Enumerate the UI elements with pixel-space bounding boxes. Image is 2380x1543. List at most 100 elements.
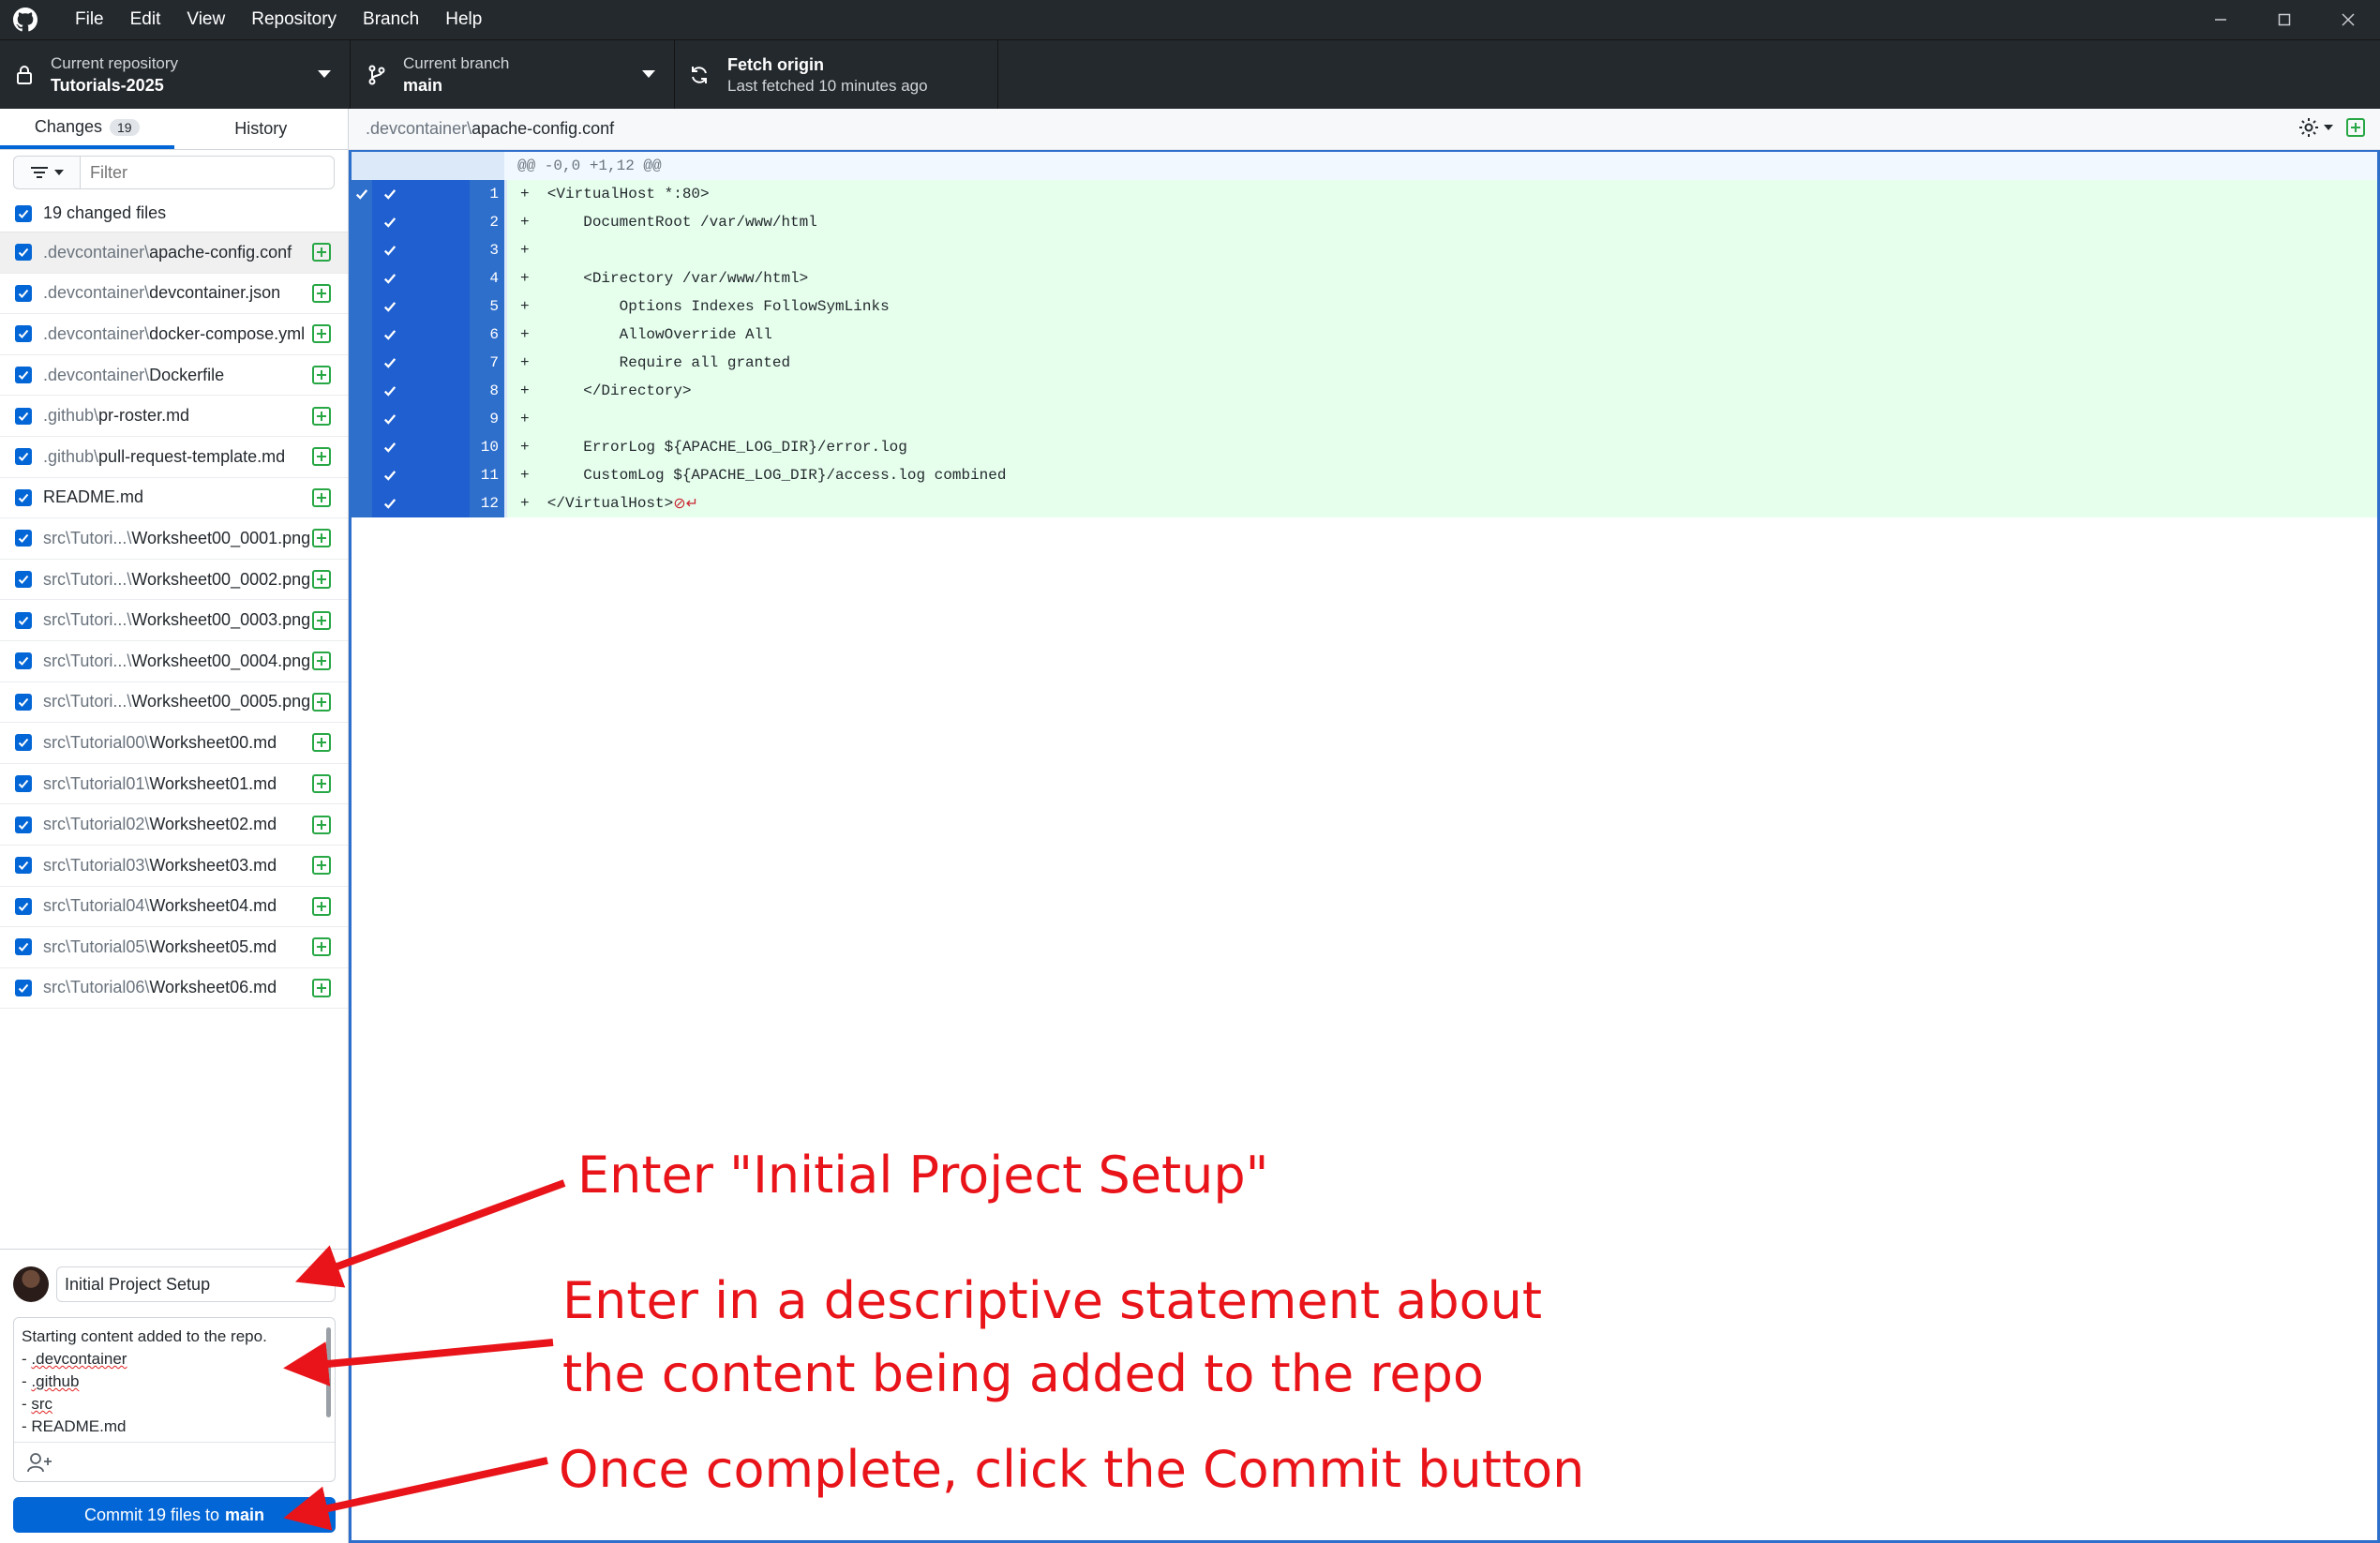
diff-line[interactable]: 9 + (352, 405, 2377, 433)
file-checkbox[interactable] (15, 816, 32, 833)
minimize-button[interactable] (2189, 0, 2253, 39)
hunk-select-gutter[interactable] (352, 461, 372, 489)
file-checkbox[interactable] (15, 325, 32, 343)
diff-line[interactable]: 7 + Require all granted (352, 349, 2377, 377)
hunk-select-gutter[interactable] (352, 433, 372, 461)
file-list-item[interactable]: src\Tutorial06\Worksheet06.md (0, 968, 348, 1010)
hunk-select-gutter[interactable] (352, 377, 372, 405)
menu-branch[interactable]: Branch (350, 0, 432, 39)
hunk-select-gutter[interactable] (352, 405, 372, 433)
commit-description-field[interactable]: Starting content added to the repo. - .de… (13, 1317, 336, 1482)
current-repository-button[interactable]: Current repository Tutorials-2025 (0, 40, 351, 109)
file-list-item[interactable]: .devcontainer\docker-compose.yml (0, 314, 348, 355)
hunk-select-gutter[interactable] (352, 208, 372, 236)
menu-help[interactable]: Help (432, 0, 495, 39)
filter-options-button[interactable] (13, 156, 81, 189)
menu-edit[interactable]: Edit (117, 0, 174, 39)
line-select-gutter[interactable] (372, 433, 470, 461)
commit-button[interactable]: Commit 19 files to main (13, 1497, 336, 1533)
file-checkbox[interactable] (15, 938, 32, 956)
line-select-gutter[interactable] (372, 349, 470, 377)
file-list-item[interactable]: src\Tutorial05\Worksheet05.md (0, 927, 348, 968)
file-list-item[interactable]: src\Tutorial03\Worksheet03.md (0, 846, 348, 887)
hunk-select-gutter[interactable] (352, 180, 372, 208)
diff-line[interactable]: 5 + Options Indexes FollowSymLinks (352, 292, 2377, 321)
file-checkbox[interactable] (15, 775, 32, 793)
current-branch-button[interactable]: Current branch main (351, 40, 675, 109)
diff-line[interactable]: 6 + AllowOverride All (352, 321, 2377, 349)
file-checkbox[interactable] (15, 979, 32, 996)
diff-line[interactable]: 8 + </Directory> (352, 377, 2377, 405)
file-checkbox[interactable] (15, 734, 32, 752)
open-file-icon[interactable] (2346, 118, 2365, 137)
file-list-item[interactable]: src\Tutori...\Worksheet00_0004.png (0, 641, 348, 682)
file-list-item[interactable]: src\Tutorial01\Worksheet01.md (0, 764, 348, 805)
file-list-item[interactable]: .devcontainer\apache-config.conf (0, 232, 348, 274)
hunk-select-gutter[interactable] (352, 489, 372, 517)
menu-file[interactable]: File (62, 0, 117, 39)
file-list-item[interactable]: .github\pull-request-template.md (0, 437, 348, 478)
hunk-select-gutter[interactable] (352, 236, 372, 264)
line-select-gutter[interactable] (372, 236, 470, 264)
file-checkbox[interactable] (15, 530, 32, 547)
file-list-item[interactable]: README.md (0, 478, 348, 519)
file-list-item[interactable]: .devcontainer\Dockerfile (0, 355, 348, 397)
file-checkbox[interactable] (15, 897, 32, 915)
close-button[interactable] (2316, 0, 2380, 39)
file-list-item[interactable]: .devcontainer\devcontainer.json (0, 274, 348, 315)
file-checkbox[interactable] (15, 652, 32, 670)
fetch-origin-button[interactable]: Fetch origin Last fetched 10 minutes ago (675, 40, 998, 109)
line-select-gutter[interactable] (372, 180, 470, 208)
line-select-gutter[interactable] (372, 461, 470, 489)
select-all-row[interactable]: 19 changed files (0, 195, 348, 232)
diff-line[interactable]: 12 + </VirtualHost> ⊘↵ (352, 489, 2377, 517)
file-checkbox[interactable] (15, 244, 32, 262)
file-checkbox[interactable] (15, 571, 32, 589)
tab-history[interactable]: History (174, 109, 349, 149)
file-checkbox[interactable] (15, 448, 32, 466)
description-scrollbar[interactable] (326, 1327, 331, 1417)
tab-changes[interactable]: Changes 19 (0, 109, 174, 149)
diff-line[interactable]: 4 + <Directory /var/www/html> (352, 264, 2377, 292)
file-list-item[interactable]: .github\pr-roster.md (0, 396, 348, 437)
file-checkbox[interactable] (15, 367, 32, 384)
maximize-button[interactable] (2253, 0, 2316, 39)
file-list-item[interactable]: src\Tutorial04\Worksheet04.md (0, 887, 348, 928)
menu-repository[interactable]: Repository (238, 0, 350, 39)
hunk-select-gutter[interactable] (352, 264, 372, 292)
hunk-gutter[interactable] (352, 152, 504, 180)
file-checkbox[interactable] (15, 407, 32, 425)
hunk-select-gutter[interactable] (352, 292, 372, 321)
line-select-gutter[interactable] (372, 489, 470, 517)
diff-line[interactable]: 2 + DocumentRoot /var/www/html (352, 208, 2377, 236)
line-select-gutter[interactable] (372, 377, 470, 405)
diff-line[interactable]: 1 + <VirtualHost *:80> (352, 180, 2377, 208)
filter-input[interactable] (81, 156, 335, 189)
line-select-gutter[interactable] (372, 321, 470, 349)
line-select-gutter[interactable] (372, 264, 470, 292)
hunk-select-gutter[interactable] (352, 321, 372, 349)
file-checkbox[interactable] (15, 857, 32, 875)
commit-summary-input[interactable]: Initial Project Setup (56, 1266, 336, 1302)
line-select-gutter[interactable] (372, 405, 470, 433)
file-list-item[interactable]: src\Tutori...\Worksheet00_0005.png (0, 682, 348, 724)
add-coauthor-icon[interactable] (27, 1452, 53, 1473)
line-select-gutter[interactable] (372, 292, 470, 321)
hunk-select-gutter[interactable] (352, 349, 372, 377)
file-list-item[interactable]: src\Tutorial02\Worksheet02.md (0, 804, 348, 846)
menu-view[interactable]: View (173, 0, 238, 39)
diff-line[interactable]: 10 + ErrorLog ${APACHE_LOG_DIR}/error.log (352, 433, 2377, 461)
file-checkbox[interactable] (15, 611, 32, 629)
diff-settings-button[interactable] (2298, 116, 2333, 139)
line-select-gutter[interactable] (372, 208, 470, 236)
file-list-item[interactable]: src\Tutorial00\Worksheet00.md (0, 723, 348, 764)
file-checkbox[interactable] (15, 284, 32, 302)
diff-line[interactable]: 3 + (352, 236, 2377, 264)
file-list-item[interactable]: src\Tutori...\Worksheet00_0002.png (0, 560, 348, 601)
file-list-item[interactable]: src\Tutori...\Worksheet00_0001.png (0, 518, 348, 560)
file-checkbox[interactable] (15, 693, 32, 711)
select-all-checkbox[interactable] (15, 204, 32, 222)
file-list-item[interactable]: src\Tutori...\Worksheet00_0003.png (0, 600, 348, 641)
file-checkbox[interactable] (15, 488, 32, 506)
diff-line[interactable]: 11 + CustomLog ${APACHE_LOG_DIR}/access.l… (352, 461, 2377, 489)
